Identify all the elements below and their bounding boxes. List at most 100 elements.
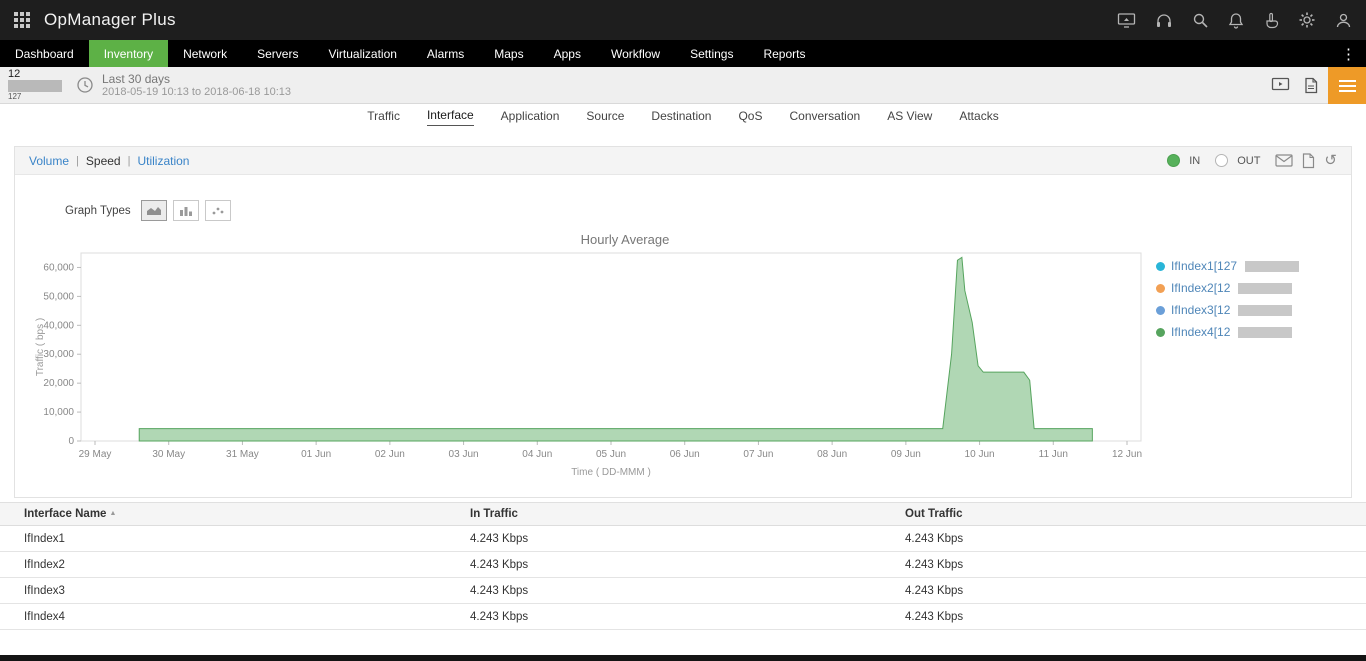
svg-text:08 Jun: 08 Jun xyxy=(817,449,847,460)
separator: | xyxy=(76,155,79,167)
cell-in-traffic: 4.243 Kbps xyxy=(446,604,881,630)
email-icon[interactable] xyxy=(1275,154,1293,167)
headset-icon[interactable] xyxy=(1155,12,1173,29)
bell-icon[interactable] xyxy=(1228,12,1244,29)
user-icon[interactable] xyxy=(1335,12,1352,29)
cell-interface-name: IfIndex3 xyxy=(0,578,446,604)
nav-overflow-icon[interactable]: ⋮ xyxy=(1331,40,1366,67)
view-bar: Volume | Speed | Utilization IN OUT ↺ xyxy=(15,147,1351,175)
in-radio-label: IN xyxy=(1189,155,1200,167)
nav-item-network[interactable]: Network xyxy=(168,40,242,67)
cell-interface-name: IfIndex1 xyxy=(0,526,446,552)
legend-label: IfIndex1[127 xyxy=(1171,259,1237,273)
tab-conversation[interactable]: Conversation xyxy=(789,109,860,126)
out-radio-label: OUT xyxy=(1237,155,1260,167)
svg-text:04 Jun: 04 Jun xyxy=(522,449,552,460)
tab-traffic[interactable]: Traffic xyxy=(367,109,400,126)
tab-qos[interactable]: QoS xyxy=(738,109,762,126)
apps-grid-icon[interactable] xyxy=(14,12,31,29)
separator: | xyxy=(128,155,131,167)
legend-dot xyxy=(1156,284,1165,293)
tab-application[interactable]: Application xyxy=(501,109,560,126)
slideshow-icon[interactable] xyxy=(1271,77,1290,93)
cell-out-traffic: 4.243 Kbps xyxy=(881,552,1366,578)
period-block[interactable]: Last 30 days 2018-05-19 10:13 to 2018-06… xyxy=(102,72,291,99)
nav-item-alarms[interactable]: Alarms xyxy=(412,40,479,67)
pdf-export-icon[interactable] xyxy=(1304,77,1318,94)
app-title: OpManager Plus xyxy=(44,10,176,30)
nav-item-dashboard[interactable]: Dashboard xyxy=(0,40,89,67)
graph-types: Graph Types xyxy=(65,200,231,221)
device-name: 12 xyxy=(8,69,76,80)
view-link-speed[interactable]: Speed xyxy=(86,154,121,168)
svg-text:05 Jun: 05 Jun xyxy=(596,449,626,460)
legend-label: IfIndex2[12 xyxy=(1171,281,1230,295)
svg-text:Time ( DD-MMM ): Time ( DD-MMM ) xyxy=(571,467,651,478)
nav-item-reports[interactable]: Reports xyxy=(748,40,820,67)
main-nav: Dashboard Inventory Network Servers Virt… xyxy=(0,40,1366,67)
tab-attacks[interactable]: Attacks xyxy=(959,109,998,126)
nav-item-workflow[interactable]: Workflow xyxy=(596,40,675,67)
svg-text:29 May: 29 May xyxy=(79,449,112,460)
legend-item-ifindex1[interactable]: IfIndex1[127 xyxy=(1156,259,1299,273)
out-radio[interactable] xyxy=(1215,154,1228,167)
svg-text:11 Jun: 11 Jun xyxy=(1039,449,1068,460)
table-row[interactable]: IfIndex3 4.243 Kbps 4.243 Kbps xyxy=(0,578,1366,604)
tab-source[interactable]: Source xyxy=(586,109,624,126)
legend-item-ifindex3[interactable]: IfIndex3[12 xyxy=(1156,303,1299,317)
svg-text:0: 0 xyxy=(68,436,74,447)
area-chart-icon xyxy=(146,205,162,216)
graph-type-bar-button[interactable] xyxy=(173,200,199,221)
hamburger-menu-button[interactable] xyxy=(1328,67,1366,104)
svg-text:30,000: 30,000 xyxy=(43,349,74,360)
legend-item-ifindex2[interactable]: IfIndex2[12 xyxy=(1156,281,1299,295)
table-row[interactable]: IfIndex4 4.243 Kbps 4.243 Kbps xyxy=(0,604,1366,630)
header-in-traffic[interactable]: In Traffic xyxy=(446,503,881,526)
legend-item-ifindex4[interactable]: IfIndex4[12 xyxy=(1156,325,1299,339)
scatter-chart-icon xyxy=(211,205,225,216)
svg-text:10,000: 10,000 xyxy=(43,407,74,418)
redacted-text xyxy=(1238,327,1292,338)
nav-item-settings[interactable]: Settings xyxy=(675,40,748,67)
screen-share-icon[interactable] xyxy=(1117,12,1136,29)
pdf-icon[interactable] xyxy=(1302,153,1315,169)
svg-text:20,000: 20,000 xyxy=(43,378,74,389)
refresh-icon[interactable]: ↺ xyxy=(1324,153,1337,168)
bar-chart-icon xyxy=(179,205,193,216)
header-interface-name[interactable]: Interface Name▲ xyxy=(0,503,446,526)
view-link-volume[interactable]: Volume xyxy=(29,154,69,168)
tab-interface[interactable]: Interface xyxy=(427,108,474,126)
cell-out-traffic: 4.243 Kbps xyxy=(881,604,1366,630)
search-icon[interactable] xyxy=(1192,12,1209,29)
tab-as-view[interactable]: AS View xyxy=(887,109,932,126)
direction-and-export-controls: IN OUT ↺ xyxy=(1167,153,1337,169)
svg-text:Traffic ( bps ): Traffic ( bps ) xyxy=(35,318,46,376)
nav-item-inventory[interactable]: Inventory xyxy=(89,40,168,67)
table-row[interactable]: IfIndex1 4.243 Kbps 4.243 Kbps xyxy=(0,526,1366,552)
redacted-text xyxy=(1245,261,1299,272)
nav-item-maps[interactable]: Maps xyxy=(479,40,538,67)
gear-icon[interactable] xyxy=(1298,11,1316,29)
in-radio[interactable] xyxy=(1167,154,1180,167)
table-header-row: Interface Name▲ In Traffic Out Traffic xyxy=(0,503,1366,526)
cell-out-traffic: 4.243 Kbps xyxy=(881,526,1366,552)
graph-types-label: Graph Types xyxy=(65,205,131,217)
table-row[interactable]: IfIndex2 4.243 Kbps 4.243 Kbps xyxy=(0,552,1366,578)
clock-icon[interactable] xyxy=(76,76,94,94)
sort-asc-icon: ▲ xyxy=(109,510,116,517)
nav-item-servers[interactable]: Servers xyxy=(242,40,313,67)
graph-type-scatter-button[interactable] xyxy=(205,200,231,221)
legend-dot xyxy=(1156,306,1165,315)
nav-item-apps[interactable]: Apps xyxy=(539,40,596,67)
period-label: Last 30 days xyxy=(102,72,291,86)
chart-title: Hourly Average xyxy=(95,232,1155,247)
cell-interface-name: IfIndex4 xyxy=(0,604,446,630)
view-link-utilization[interactable]: Utilization xyxy=(137,154,189,168)
graph-type-area-button[interactable] xyxy=(141,200,167,221)
hand-icon[interactable] xyxy=(1263,12,1279,29)
tab-destination[interactable]: Destination xyxy=(651,109,711,126)
svg-text:09 Jun: 09 Jun xyxy=(891,449,921,460)
nav-item-virtualization[interactable]: Virtualization xyxy=(313,40,411,67)
svg-text:31 May: 31 May xyxy=(226,449,259,460)
header-out-traffic[interactable]: Out Traffic xyxy=(881,503,1366,526)
